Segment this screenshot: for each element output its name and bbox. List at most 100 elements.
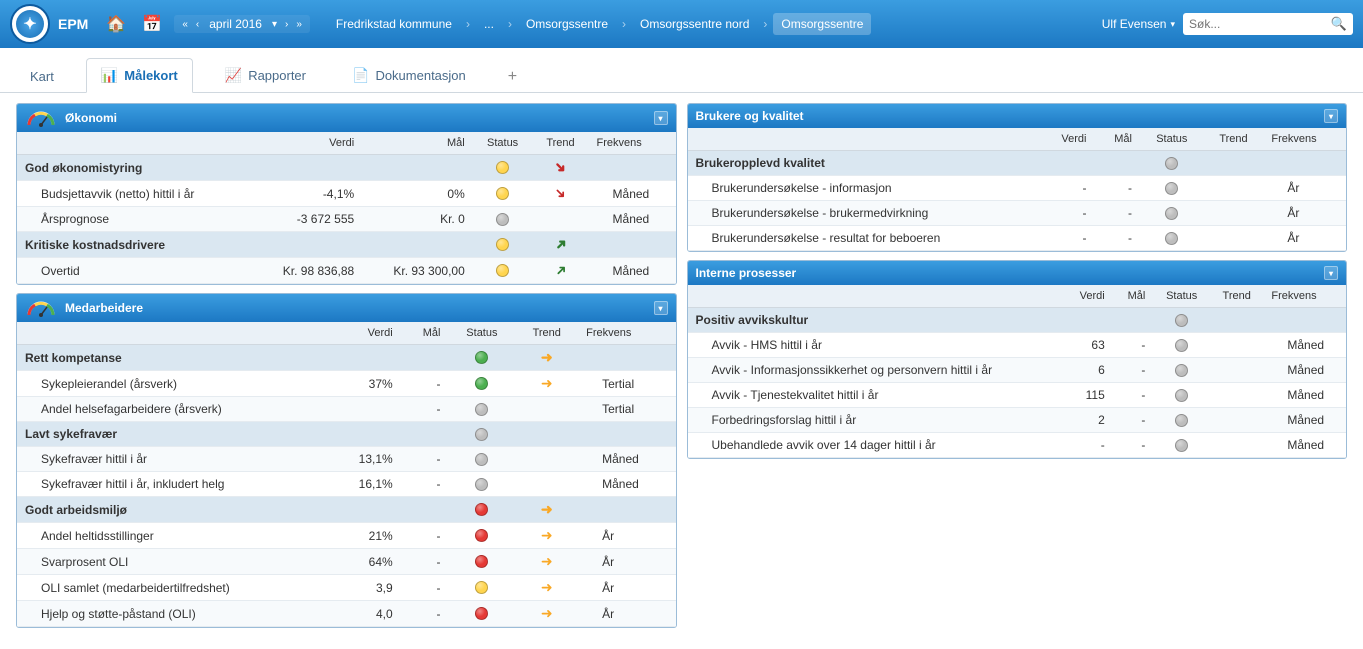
- breadcrumb-item[interactable]: Omsorgssentre: [518, 13, 616, 35]
- table-group-row[interactable]: Brukeropplevd kvalitet: [688, 151, 1347, 176]
- panel-menu-icon[interactable]: ▾: [1324, 266, 1338, 280]
- panel-title: Økonomi: [65, 111, 117, 125]
- col-trend: Trend: [515, 322, 578, 345]
- row-frekvens: Måned: [1263, 408, 1346, 433]
- status-indicator: [475, 377, 488, 390]
- table-group-row[interactable]: Lavt sykefravær: [17, 422, 676, 447]
- row-verdi: -4,1%: [252, 181, 363, 207]
- table-row[interactable]: Avvik - Tjenestekvalitet hittil i år 115…: [688, 383, 1347, 408]
- chevron-right-icon: ›: [763, 17, 767, 31]
- col-verdi: Verdi: [1039, 128, 1094, 151]
- trend-flat-icon: ➜: [541, 606, 553, 620]
- row-verdi: 115: [1063, 383, 1112, 408]
- search-input[interactable]: [1189, 17, 1331, 31]
- row-frekvens: Måned: [1263, 383, 1346, 408]
- row-frekvens: År: [578, 523, 675, 549]
- table-group-row[interactable]: Rett kompetanse ➜: [17, 345, 676, 371]
- breadcrumb: Fredrikstad kommune › ... › Omsorgssentr…: [328, 13, 1094, 35]
- col-mal: Mål: [362, 132, 473, 155]
- status-indicator: [1175, 364, 1188, 377]
- panel-menu-icon[interactable]: ▾: [654, 301, 668, 315]
- table-row[interactable]: Brukerundersøkelse - brukermedvirkning -…: [688, 201, 1347, 226]
- row-verdi: -: [1039, 226, 1094, 251]
- status-indicator: [1175, 314, 1188, 327]
- status-indicator: [1175, 414, 1188, 427]
- trend-flat-icon: ➜: [541, 528, 553, 542]
- row-mal: -: [401, 472, 449, 497]
- table-row[interactable]: Brukerundersøkelse - informasjon - - År: [688, 176, 1347, 201]
- breadcrumb-item[interactable]: ...: [476, 13, 502, 35]
- panel-menu-icon[interactable]: ▾: [1324, 109, 1338, 123]
- table-row[interactable]: Ubehandlede avvik over 14 dager hittil i…: [688, 433, 1347, 458]
- chevron-down-icon[interactable]: ▾: [270, 19, 279, 30]
- tab-rapporter[interactable]: 📈 Rapporter: [211, 59, 320, 92]
- main-content: Økonomi ▾ Verdi Mål Status Trend Frekven…: [0, 93, 1363, 638]
- document-icon: 📄: [352, 67, 369, 84]
- status-indicator: [475, 503, 488, 516]
- table-row[interactable]: Avvik - Informasjonssikkerhet og personv…: [688, 358, 1347, 383]
- table-row[interactable]: Forbedringsforslag hittil i år 2 - Måned: [688, 408, 1347, 433]
- row-verdi: 16,1%: [330, 472, 401, 497]
- home-icon[interactable]: 🏠: [102, 10, 130, 38]
- row-mal: -: [1113, 358, 1154, 383]
- trend-flat-icon: ➜: [541, 350, 553, 364]
- panel-header: Økonomi ▾: [17, 104, 676, 132]
- group-label: Kritiske kostnadsdrivere: [17, 232, 473, 258]
- table-group-row[interactable]: God økonomistyring ➜: [17, 155, 676, 181]
- table-group-row[interactable]: Kritiske kostnadsdrivere ➜: [17, 232, 676, 258]
- table-row[interactable]: Brukerundersøkelse - resultat for beboer…: [688, 226, 1347, 251]
- tab-add-button[interactable]: +: [498, 62, 527, 92]
- tab-kart[interactable]: Kart: [16, 61, 68, 92]
- panel-table: Verdi Mål Status Trend Frekvens God økon…: [17, 132, 676, 284]
- table-row[interactable]: Hjelp og støtte-påstand (OLI) 4,0 - ➜ År: [17, 601, 676, 627]
- user-name-label: Ulf Evensen: [1102, 17, 1167, 31]
- row-label: Brukerundersøkelse - resultat for beboer…: [688, 226, 1040, 251]
- status-indicator: [1175, 389, 1188, 402]
- row-label: Forbedringsforslag hittil i år: [688, 408, 1064, 433]
- table-row[interactable]: Sykefravær hittil i år, inkludert helg 1…: [17, 472, 676, 497]
- row-label: Sykefravær hittil i år, inkludert helg: [17, 472, 330, 497]
- table-row[interactable]: Budsjettavvik (netto) hittil i år -4,1% …: [17, 181, 676, 207]
- date-prev-icon[interactable]: ‹: [194, 19, 201, 30]
- row-verdi: Kr. 98 836,88: [252, 258, 363, 284]
- trend-flat-icon: ➜: [541, 376, 553, 390]
- table-row[interactable]: Svarprosent OLI 64% - ➜ År: [17, 549, 676, 575]
- table-row[interactable]: Sykefravær hittil i år 13,1% - Måned: [17, 447, 676, 472]
- calendar-icon[interactable]: 📅: [138, 10, 166, 38]
- breadcrumb-item[interactable]: Fredrikstad kommune: [328, 13, 460, 35]
- table-row[interactable]: Sykepleierandel (årsverk) 37% - ➜ Tertia…: [17, 371, 676, 397]
- tab-dokumentasjon[interactable]: 📄 Dokumentasjon: [338, 59, 480, 92]
- table-row[interactable]: Overtid Kr. 98 836,88 Kr. 93 300,00 ➜ Må…: [17, 258, 676, 284]
- date-next-fast-icon[interactable]: »: [294, 19, 304, 30]
- tab-malekort[interactable]: 📊 Målekort: [86, 58, 193, 93]
- row-verdi: 2: [1063, 408, 1112, 433]
- row-frekvens: Måned: [1263, 433, 1346, 458]
- row-verdi: 63: [1063, 333, 1112, 358]
- row-verdi: 21%: [330, 523, 401, 549]
- table-row[interactable]: Andel helsefagarbeidere (årsverk) - Tert…: [17, 397, 676, 422]
- col-trend: Trend: [1204, 128, 1264, 151]
- breadcrumb-item[interactable]: Omsorgssentre nord: [632, 13, 757, 35]
- right-column: Brukere og kvalitet ▾ Verdi Mål Status T…: [687, 103, 1348, 459]
- date-next-icon[interactable]: ›: [283, 19, 290, 30]
- breadcrumb-item-active[interactable]: Omsorgssentre: [773, 13, 871, 35]
- date-prev-fast-icon[interactable]: «: [180, 19, 190, 30]
- table-group-row[interactable]: Godt arbeidsmiljø ➜: [17, 497, 676, 523]
- col-trend: Trend: [532, 132, 588, 155]
- row-label: Avvik - Tjenestekvalitet hittil i år: [688, 383, 1064, 408]
- row-mal: -: [401, 575, 449, 601]
- date-label[interactable]: april 2016: [205, 17, 266, 31]
- status-indicator: [475, 453, 488, 466]
- search-icon[interactable]: 🔍: [1331, 16, 1347, 32]
- user-menu[interactable]: Ulf Evensen ▾: [1102, 17, 1175, 31]
- table-row[interactable]: Andel heltidsstillinger 21% - ➜ År: [17, 523, 676, 549]
- table-row[interactable]: OLI samlet (medarbeidertilfredshet) 3,9 …: [17, 575, 676, 601]
- table-row[interactable]: Avvik - HMS hittil i år 63 - Måned: [688, 333, 1347, 358]
- row-verdi: -: [1039, 176, 1094, 201]
- table-row[interactable]: Årsprognose -3 672 555 Kr. 0 Måned: [17, 207, 676, 232]
- date-navigator: « ‹ april 2016 ▾ › »: [174, 15, 310, 33]
- group-label: God økonomistyring: [17, 155, 473, 181]
- table-group-row[interactable]: Positiv avvikskultur: [688, 308, 1347, 333]
- panel-menu-icon[interactable]: ▾: [654, 111, 668, 125]
- app-logo[interactable]: ✦: [10, 4, 50, 44]
